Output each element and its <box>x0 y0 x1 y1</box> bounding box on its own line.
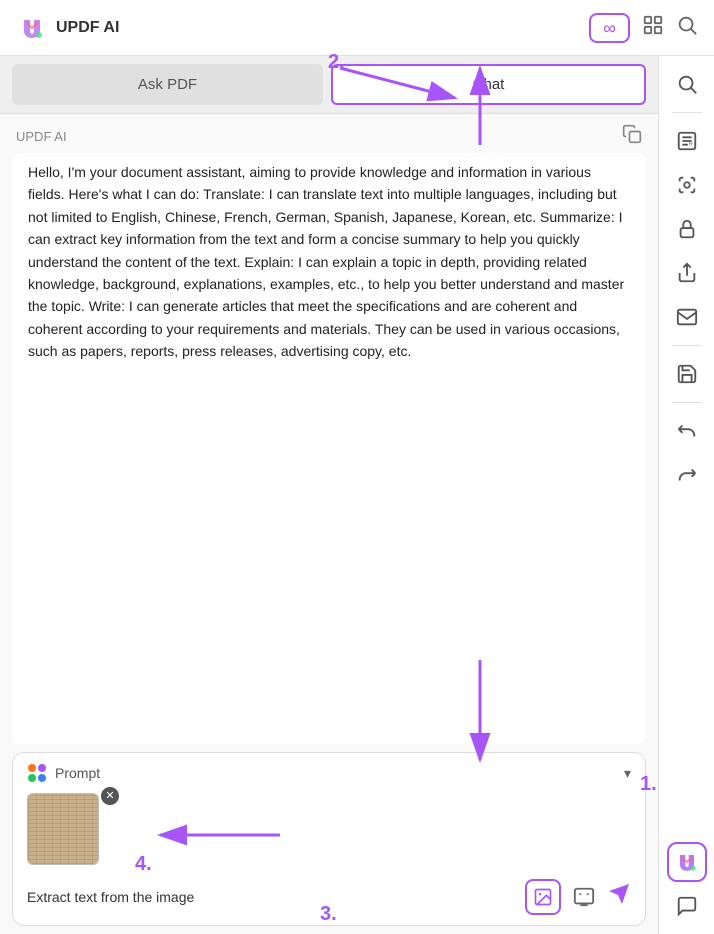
sidebar-search-icon <box>676 73 698 95</box>
sidebar-divider-2 <box>672 345 702 346</box>
comment-icon <box>676 895 698 917</box>
sidebar-comment-button[interactable] <box>667 886 707 926</box>
updf-logo-icon <box>16 12 48 44</box>
app-title: UPDF AI <box>56 19 119 37</box>
header-right: ∞ <box>589 13 698 43</box>
sidebar-updf-ai-button[interactable] <box>667 842 707 882</box>
copy-icon <box>622 124 642 144</box>
search-icon-btn[interactable] <box>676 14 698 42</box>
prompt-dots-icon <box>27 763 47 783</box>
sidebar-mail-button[interactable] <box>667 297 707 337</box>
chat-area: UPDF AI Hello, I'm your document assista… <box>0 114 658 934</box>
prompt-label-row: Prompt <box>27 763 100 783</box>
tab-bar: Ask PDF Chat <box>0 56 658 114</box>
share-icon <box>676 262 698 284</box>
settings-icon-btn[interactable] <box>642 14 664 42</box>
assistant-message: Hello, I'm your document assistant, aimi… <box>28 161 630 363</box>
prompt-chevron-button[interactable]: ▾ <box>624 765 631 782</box>
save-icon <box>676 363 698 385</box>
thumb-texture <box>28 794 98 864</box>
sidebar-divider-3 <box>672 402 702 403</box>
infinity-button[interactable]: ∞ <box>589 13 630 43</box>
image-attach-button[interactable] <box>525 879 561 915</box>
screen-capture-button[interactable] <box>569 882 599 912</box>
undo-icon <box>676 420 698 442</box>
sidebar-search-button[interactable] <box>667 64 707 104</box>
sidebar-save-button[interactable] <box>667 354 707 394</box>
settings-icon <box>642 14 664 36</box>
chat-header: UPDF AI <box>0 114 658 153</box>
copy-button[interactable] <box>622 124 642 149</box>
svg-text:R: R <box>688 142 692 148</box>
tab-ask-pdf[interactable]: Ask PDF <box>12 64 323 105</box>
sidebar-lock-button[interactable] <box>667 209 707 249</box>
ocr-icon: R <box>676 130 698 152</box>
sidebar-scan-button[interactable] <box>667 165 707 205</box>
search-icon <box>676 14 698 36</box>
main-layout: Ask PDF Chat UPDF AI Hello, I'm your doc… <box>0 56 714 934</box>
prompt-image-area: ✕ <box>13 793 113 873</box>
prompt-input-row <box>13 873 645 925</box>
mail-icon <box>676 306 698 328</box>
updf-ai-icon <box>673 848 701 876</box>
tab-chat[interactable]: Chat <box>331 64 646 105</box>
header-left: UPDF AI <box>16 12 119 44</box>
sidebar-ocr-button[interactable]: R <box>667 121 707 161</box>
send-icon <box>607 882 631 906</box>
right-sidebar: R <box>658 56 714 934</box>
chat-messages: Hello, I'm your document assistant, aimi… <box>12 153 646 744</box>
sidebar-share-button[interactable] <box>667 253 707 293</box>
prompt-image-thumbnail <box>27 793 99 865</box>
left-panel: Ask PDF Chat UPDF AI Hello, I'm your doc… <box>0 56 658 934</box>
sidebar-undo-button[interactable] <box>667 411 707 451</box>
prompt-area: Prompt ▾ ✕ <box>12 752 646 926</box>
scan-icon <box>676 174 698 196</box>
prompt-input[interactable] <box>27 885 517 909</box>
lock-icon <box>676 218 698 240</box>
redo-icon <box>676 464 698 486</box>
chat-section-label: UPDF AI <box>16 129 67 144</box>
sidebar-divider-1 <box>672 112 702 113</box>
prompt-label: Prompt <box>55 765 100 781</box>
image-icon <box>533 887 553 907</box>
remove-image-button[interactable]: ✕ <box>101 787 119 805</box>
header: UPDF AI ∞ <box>0 0 714 56</box>
send-button[interactable] <box>607 882 631 912</box>
capture-icon <box>573 886 595 908</box>
sidebar-redo-button[interactable] <box>667 455 707 495</box>
